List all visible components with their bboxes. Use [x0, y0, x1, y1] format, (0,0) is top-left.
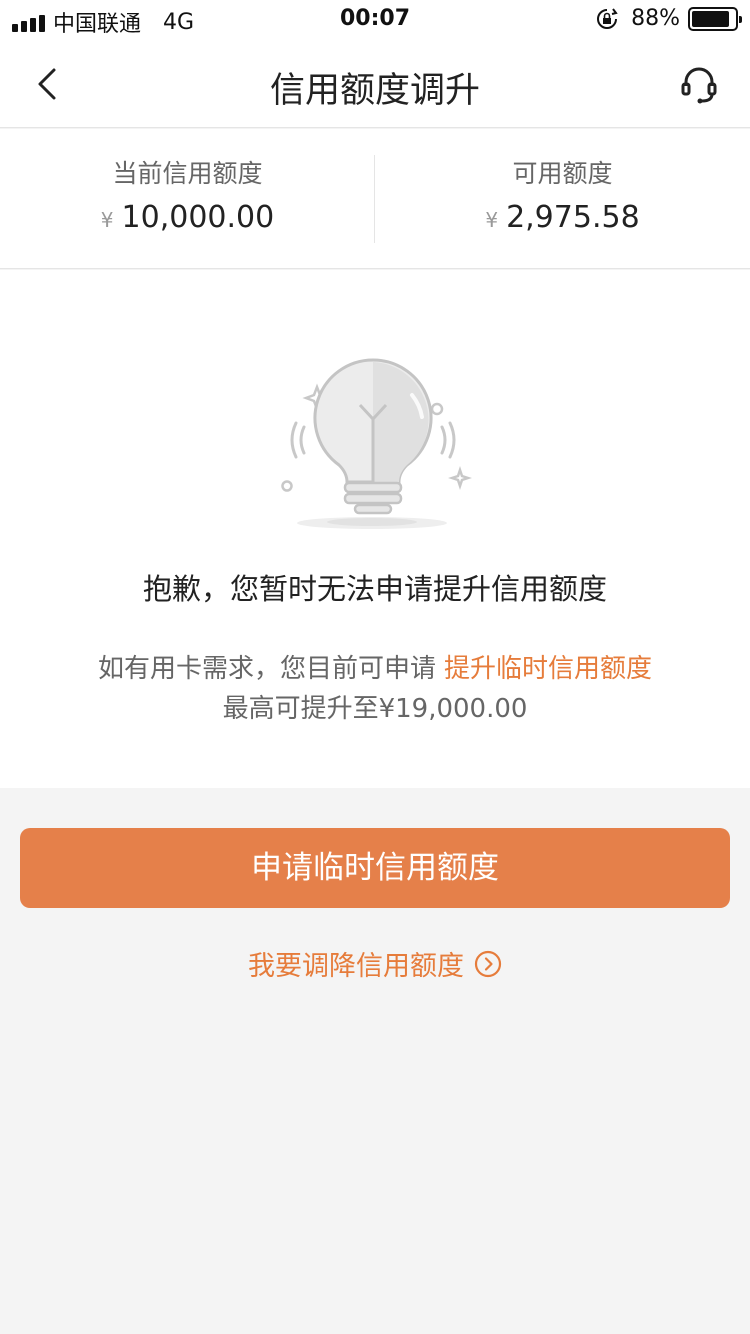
available-credit: 可用额度 ¥2,975.58	[375, 154, 750, 235]
current-credit-value-wrap: ¥10,000.00	[101, 200, 274, 235]
current-credit: 当前信用额度 ¥10,000.00	[0, 154, 375, 235]
chevron-right-circle-icon	[474, 950, 502, 977]
rotation-lock-icon	[597, 7, 618, 29]
lightbulb-icon	[281, 358, 472, 529]
notice-max-amount: 最高可提升至¥19,000.00	[222, 694, 528, 724]
notice-title: 抱歉，您暂时无法申请提升信用额度	[142, 572, 607, 606]
notice-text: 如有用卡需求，您目前可申请	[97, 654, 436, 684]
credit-summary: 当前信用额度 ¥10,000.00 可用额度 ¥2,975.58	[0, 129, 750, 269]
temp-credit-link[interactable]: 提升临时信用额度	[444, 654, 652, 684]
reduce-credit-link[interactable]: 我要调降信用额度	[0, 944, 750, 983]
battery-fill	[692, 10, 729, 27]
nav-bar: 信用额度调升	[0, 40, 750, 128]
reduce-credit-label: 我要调降信用额度	[248, 951, 464, 982]
available-credit-value: 2,975.58	[506, 200, 640, 235]
available-credit-value-wrap: ¥2,975.58	[485, 200, 639, 235]
current-credit-label: 当前信用额度	[112, 159, 263, 188]
battery-icon	[688, 6, 742, 31]
headset-icon[interactable]	[678, 64, 720, 106]
notice-panel: 抱歉，您暂时无法申请提升信用额度 如有用卡需求，您目前可申请 提升临时信用额度 最…	[0, 270, 750, 788]
status-right: 88%	[595, 6, 742, 31]
status-bar: 中国联通 4G 00:07 88%	[0, 0, 750, 40]
battery-percent: 88%	[631, 6, 680, 31]
currency-symbol: ¥	[100, 208, 114, 232]
available-credit-label: 可用额度	[512, 159, 613, 188]
current-credit-value: 10,000.00	[121, 200, 275, 235]
page-title: 信用额度调升	[269, 71, 480, 111]
notice-line1: 如有用卡需求，您目前可申请 提升临时信用额度	[0, 648, 750, 685]
currency-symbol: ¥	[485, 208, 499, 232]
apply-temp-credit-button[interactable]: 申请临时信用额度	[20, 828, 730, 908]
